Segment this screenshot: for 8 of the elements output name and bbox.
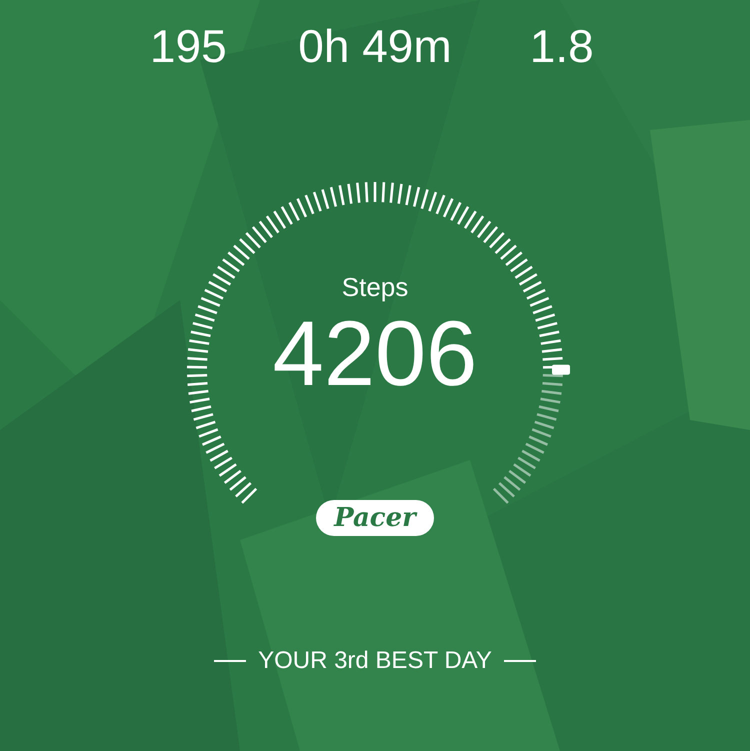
- best-day-text: YOUR 3rd BEST DAY: [258, 646, 492, 676]
- step-count: 4206: [272, 304, 478, 404]
- stat-value: 1.8: [528, 19, 595, 74]
- stat-value: 0h 49m: [298, 19, 452, 74]
- steps-label: Steps: [342, 272, 408, 302]
- stat-value: 195: [148, 19, 228, 74]
- progress-marker: [552, 364, 570, 375]
- pacer-logo: Pacer: [316, 500, 434, 536]
